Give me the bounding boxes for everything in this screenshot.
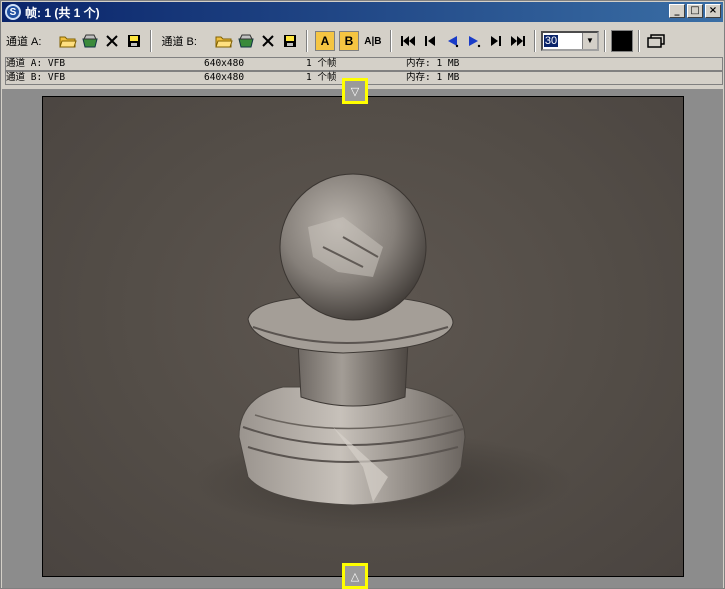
toolbar-separator bbox=[305, 30, 308, 52]
close-channel-a-icon[interactable] bbox=[102, 31, 122, 51]
toolbar-separator bbox=[533, 30, 536, 52]
channel-b-toggle[interactable]: B bbox=[338, 31, 359, 51]
toolbar-separator bbox=[637, 30, 640, 52]
channel-b-memory: 内存: 1 MB bbox=[406, 72, 460, 83]
channel-b-name: 通道 B: VFB bbox=[6, 72, 66, 83]
go-to-start-icon[interactable] bbox=[398, 31, 418, 51]
double-buffer-icon[interactable] bbox=[646, 31, 666, 51]
close-button[interactable]: × bbox=[705, 4, 721, 18]
play-forward-icon[interactable] bbox=[464, 31, 484, 51]
save-channel-b-icon[interactable] bbox=[280, 31, 300, 51]
channel-a-toggle[interactable]: A bbox=[314, 31, 335, 51]
channel-a-info: 通道 A: VFB 640x480 1 个帧 内存: 1 MB bbox=[5, 57, 723, 71]
title-bar[interactable]: S 帧: 1 (共 1 个) _ □ × bbox=[2, 2, 723, 22]
open-channel-a-icon[interactable] bbox=[58, 31, 78, 51]
app-icon[interactable]: S bbox=[5, 4, 21, 20]
minimize-button[interactable]: _ bbox=[669, 4, 685, 18]
channel-b-resolution: 640x480 bbox=[204, 72, 245, 83]
window-title: 帧: 1 (共 1 个) bbox=[25, 5, 100, 20]
bottom-split-marker[interactable]: △ bbox=[342, 563, 368, 589]
open-last-rendered-b-icon[interactable] bbox=[236, 31, 256, 51]
previous-frame-icon[interactable] bbox=[420, 31, 440, 51]
chevron-down-icon[interactable]: ▼ bbox=[581, 33, 597, 49]
split-screen-toggle[interactable]: A|B bbox=[362, 31, 383, 51]
channel-a-frames: 1 个帧 bbox=[306, 58, 337, 69]
channel-a-memory: 内存: 1 MB bbox=[406, 58, 460, 69]
open-last-rendered-a-icon[interactable] bbox=[80, 31, 100, 51]
toolbar-separator bbox=[603, 30, 606, 52]
toolbar-separator bbox=[389, 30, 392, 52]
channel-a-name: 通道 A: VFB bbox=[6, 58, 66, 69]
ram-player-window: S 帧: 1 (共 1 个) _ □ × 通道 A: 通道 B: A B A|B… bbox=[0, 0, 725, 589]
channel-b-frames: 1 个帧 bbox=[306, 72, 337, 83]
go-to-end-icon[interactable] bbox=[508, 31, 528, 51]
close-channel-b-icon[interactable] bbox=[258, 31, 278, 51]
rendered-pawn-image bbox=[193, 173, 573, 532]
toolbar: 通道 A: 通道 B: A B A|B 30 ▼ bbox=[2, 25, 723, 57]
channel-a-resolution: 640x480 bbox=[204, 58, 245, 69]
toolbar-separator bbox=[150, 30, 153, 52]
channel-b-label: 通道 B: bbox=[161, 36, 197, 48]
frame-rate-value: 30 bbox=[543, 35, 559, 47]
next-frame-icon[interactable] bbox=[486, 31, 506, 51]
color-swatch[interactable] bbox=[610, 30, 633, 52]
save-channel-a-icon[interactable] bbox=[124, 31, 144, 51]
frame-rate-select[interactable]: 30 ▼ bbox=[540, 31, 599, 51]
top-split-marker[interactable]: ▽ bbox=[342, 78, 368, 104]
play-reverse-icon[interactable] bbox=[442, 31, 462, 51]
channel-a-label: 通道 A: bbox=[6, 36, 42, 48]
open-channel-b-icon[interactable] bbox=[214, 31, 234, 51]
window-controls: _ □ × bbox=[669, 4, 721, 18]
maximize-button[interactable]: □ bbox=[687, 4, 703, 18]
render-viewport[interactable] bbox=[42, 96, 684, 577]
